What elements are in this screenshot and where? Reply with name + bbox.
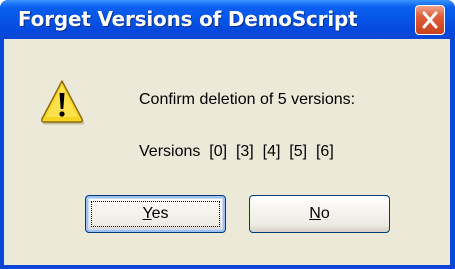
focus-rectangle (91, 201, 220, 227)
versions-list: Versions [0] [3] [4] [5] [6] (139, 143, 334, 160)
window-title: Forget Versions of DemoScript (18, 7, 358, 31)
yes-button[interactable]: Yes (85, 195, 226, 233)
dialog-window: Forget Versions of DemoScript Confirm de… (0, 0, 455, 269)
no-label-rest: o (320, 205, 330, 222)
close-icon (422, 11, 438, 29)
no-button[interactable]: No (249, 195, 390, 233)
no-mnemonic: N (309, 205, 321, 222)
no-label: No (309, 205, 329, 222)
dialog-body: Confirm deletion of 5 versions: Versions… (4, 39, 450, 265)
confirm-message: Confirm deletion of 5 versions: (139, 91, 356, 108)
title-bar[interactable]: Forget Versions of DemoScript (0, 0, 455, 39)
warning-icon (41, 80, 85, 125)
close-button[interactable] (415, 5, 445, 35)
